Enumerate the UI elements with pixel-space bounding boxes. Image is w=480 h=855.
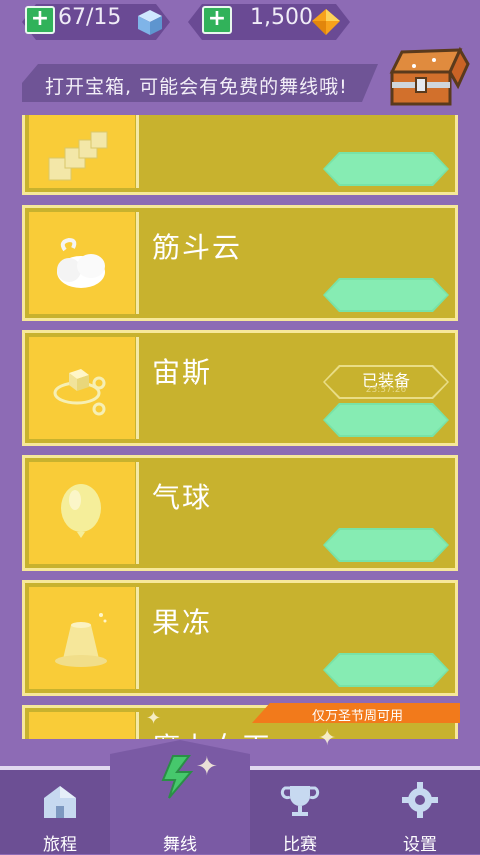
ribbon-text: 仅万圣节周可用	[312, 709, 404, 724]
item-thumbnail	[29, 212, 135, 314]
nav-lines[interactable]	[140, 752, 220, 806]
item-thumbnail	[29, 712, 135, 739]
item-thumbnail	[29, 462, 135, 564]
card-divider	[136, 587, 139, 689]
zeus-icon	[53, 369, 106, 416]
cloud-icon	[57, 237, 105, 288]
item-card-snake[interactable]: 蛇	[22, 115, 458, 195]
diamonds-count: 1,500	[250, 5, 313, 30]
sparkle-icon: ✦	[146, 708, 162, 729]
card-divider	[136, 337, 139, 439]
nav-settings-label: 设置	[403, 835, 437, 855]
equipped-badge: 已装备 23:37:26	[323, 365, 449, 399]
hint-banner-text: 打开宝箱, 可能会有免费的舞线哦!	[45, 76, 348, 98]
nav-journey-label: 旅程	[43, 835, 77, 855]
item-name: 魔力女巫	[152, 726, 272, 739]
item-name: 宙斯	[152, 356, 213, 389]
card-divider	[136, 115, 139, 188]
card-divider	[136, 212, 139, 314]
card-divider	[136, 712, 139, 739]
balloon-icon	[61, 484, 101, 538]
sparkle-icon: ✦	[318, 726, 337, 751]
limited-edition-ribbon: 仅万圣节周可用	[252, 703, 460, 723]
item-list[interactable]: 蛇 筋斗云 宙斯	[0, 115, 480, 739]
buy-button[interactable]	[323, 653, 449, 687]
item-name: 气球	[152, 481, 213, 514]
treasure-chest-icon[interactable]	[384, 46, 470, 108]
nav-settings[interactable]	[380, 780, 460, 824]
nav-match-label: 比赛	[283, 835, 317, 855]
diamond-icon	[312, 9, 340, 35]
nav-match[interactable]	[260, 780, 340, 824]
gear-icon	[402, 782, 438, 818]
nav-lines-label: 舞线	[163, 835, 197, 855]
card-divider	[136, 462, 139, 564]
item-name: 果冻	[152, 606, 213, 639]
add-diamonds-button[interactable]: +	[202, 6, 232, 34]
buy-button[interactable]	[323, 278, 449, 312]
item-card-jelly[interactable]: 果冻	[22, 580, 458, 696]
item-name: 蛇	[152, 115, 182, 116]
cube-icon	[138, 10, 162, 35]
add-gems-button[interactable]: +	[25, 6, 55, 34]
item-card-zeus[interactable]: 宙斯 已装备 23:37:26	[22, 330, 458, 446]
item-card-balloon[interactable]: 气球	[22, 455, 458, 571]
buy-button[interactable]	[323, 403, 449, 437]
item-thumbnail	[29, 337, 135, 439]
lines-icon	[161, 755, 194, 799]
item-card-cloud[interactable]: 筋斗云	[22, 205, 458, 321]
trophy-icon	[280, 786, 320, 816]
item-thumbnail	[29, 115, 135, 188]
snake-icon	[48, 131, 108, 181]
house-icon	[44, 786, 76, 818]
buy-button[interactable]	[323, 152, 449, 186]
buy-button[interactable]	[323, 528, 449, 562]
nav-journey[interactable]	[20, 780, 100, 826]
item-name: 筋斗云	[152, 231, 243, 264]
item-thumbnail	[29, 587, 135, 689]
jelly-icon	[55, 613, 107, 667]
equipped-timer: 23:37:26	[365, 385, 407, 395]
gems-count: 67/15	[58, 5, 122, 30]
